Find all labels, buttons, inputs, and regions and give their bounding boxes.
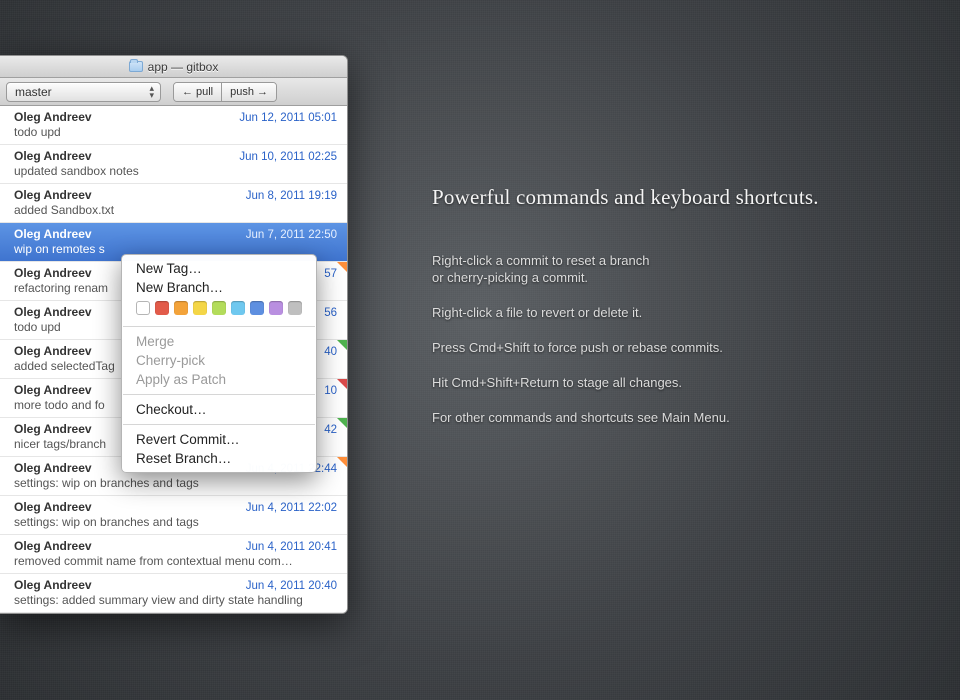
commit-message: settings: wip on branches and tags (14, 515, 337, 529)
commit-author: Oleg Andreev (14, 227, 92, 241)
promo-line: Right-click a file to revert or delete i… (432, 304, 932, 321)
color-swatch[interactable] (269, 301, 283, 315)
menu-separator (123, 424, 315, 425)
commit-message: updated sandbox notes (14, 164, 337, 178)
promo-line: For other commands and shortcuts see Mai… (432, 409, 932, 426)
color-swatch[interactable] (231, 301, 245, 315)
promo-copy: Powerful commands and keyboard shortcuts… (432, 185, 932, 444)
commit-date: Jun 10, 2011 02:25 (239, 151, 337, 163)
commit-author: Oleg Andreev (14, 383, 92, 397)
folder-icon (129, 61, 143, 72)
commit-row[interactable]: Oleg Andreev Jun 4, 2011 22:02settings: w… (0, 496, 347, 535)
commit-message: settings: wip on branches and tags (14, 476, 337, 490)
commit-author: Oleg Andreev (14, 149, 92, 163)
titlebar[interactable]: app — gitbox (0, 56, 347, 78)
commit-date: Jun 4, 2011 20:41 (246, 541, 337, 553)
commit-date: 42 (324, 424, 337, 436)
commit-date: 40 (324, 346, 337, 358)
label-corner-icon (337, 262, 347, 272)
commit-date: Jun 4, 2011 20:40 (246, 580, 337, 592)
commit-date: Jun 4, 2011 22:02 (246, 502, 337, 514)
commit-author: Oleg Andreev (14, 266, 92, 280)
color-swatch[interactable] (155, 301, 169, 315)
commit-date: 56 (324, 307, 337, 319)
label-corner-icon (337, 418, 347, 428)
commit-date: Jun 8, 2011 19:19 (246, 190, 337, 202)
arrow-right-icon: → (257, 86, 268, 98)
menu-new-branch[interactable]: New Branch… (122, 278, 316, 297)
commit-author: Oleg Andreev (14, 461, 92, 475)
promo-line: Right-click a commit to reset a branch o… (432, 252, 932, 286)
commit-date: Jun 12, 2011 05:01 (239, 112, 337, 124)
menu-checkout[interactable]: Checkout… (122, 400, 316, 419)
toolbar: master ▴▾ ← pull push → (0, 78, 347, 106)
menu-new-tag[interactable]: New Tag… (122, 259, 316, 278)
commit-author: Oleg Andreev (14, 539, 92, 553)
push-label: push (230, 86, 254, 98)
promo-text: Right-click a commit to reset a branch (432, 253, 649, 268)
menu-cherry-pick: Cherry-pick (122, 351, 316, 370)
color-swatch[interactable] (250, 301, 264, 315)
menu-separator (123, 394, 315, 395)
window-title: app — gitbox (148, 60, 219, 74)
commit-message: added Sandbox.txt (14, 203, 337, 217)
promo-line: Press Cmd+Shift to force push or rebase … (432, 339, 932, 356)
commit-row[interactable]: Oleg Andreev Jun 4, 2011 20:40settings: a… (0, 574, 347, 613)
commit-row[interactable]: Oleg Andreev Jun 4, 2011 20:41removed com… (0, 535, 347, 574)
pull-button[interactable]: ← pull (174, 83, 221, 101)
menu-merge: Merge (122, 332, 316, 351)
menu-apply-patch: Apply as Patch (122, 370, 316, 389)
color-swatch[interactable] (212, 301, 226, 315)
label-corner-icon (337, 457, 347, 467)
label-corner-icon (337, 379, 347, 389)
commit-message: todo upd (14, 125, 337, 139)
commit-author: Oleg Andreev (14, 188, 92, 202)
commit-date: 57 (324, 268, 337, 280)
label-corner-icon (337, 340, 347, 350)
branch-name: master (15, 85, 52, 99)
commit-author: Oleg Andreev (14, 578, 92, 592)
pull-push-segment: ← pull push → (173, 82, 277, 102)
commit-author: Oleg Andreev (14, 305, 92, 319)
menu-separator (123, 326, 315, 327)
commit-message: removed commit name from contextual menu… (14, 554, 337, 568)
commit-author: Oleg Andreev (14, 422, 92, 436)
commit-date: Jun 7, 2011 22:50 (246, 229, 337, 241)
commit-date: 10 (324, 385, 337, 397)
commit-message: settings: added summary view and dirty s… (14, 593, 337, 607)
promo-heading: Powerful commands and keyboard shortcuts… (432, 185, 932, 210)
commit-row[interactable]: Oleg Andreev Jun 10, 2011 02:25updated sa… (0, 145, 347, 184)
color-swatch[interactable] (193, 301, 207, 315)
context-menu: New Tag… New Branch… Merge Cherry-pick A… (121, 254, 317, 473)
commit-author: Oleg Andreev (14, 500, 92, 514)
color-swatch[interactable] (288, 301, 302, 315)
push-button[interactable]: push → (221, 83, 276, 101)
menu-reset-branch[interactable]: Reset Branch… (122, 449, 316, 468)
commit-author: Oleg Andreev (14, 344, 92, 358)
arrow-left-icon: ← (182, 86, 193, 98)
label-color-swatch-row (122, 297, 316, 321)
color-swatch[interactable] (136, 301, 150, 315)
branch-select[interactable]: master ▴▾ (6, 82, 161, 102)
pull-label: pull (196, 86, 213, 98)
commit-row[interactable]: Oleg Andreev Jun 8, 2011 19:19added Sandb… (0, 184, 347, 223)
promo-text: or cherry-picking a commit. (432, 270, 588, 285)
chevron-updown-icon: ▴▾ (149, 85, 154, 99)
commit-author: Oleg Andreev (14, 110, 92, 124)
menu-revert-commit[interactable]: Revert Commit… (122, 430, 316, 449)
promo-line: Hit Cmd+Shift+Return to stage all change… (432, 374, 932, 391)
commit-row[interactable]: Oleg Andreev Jun 12, 2011 05:01todo upd (0, 106, 347, 145)
color-swatch[interactable] (174, 301, 188, 315)
